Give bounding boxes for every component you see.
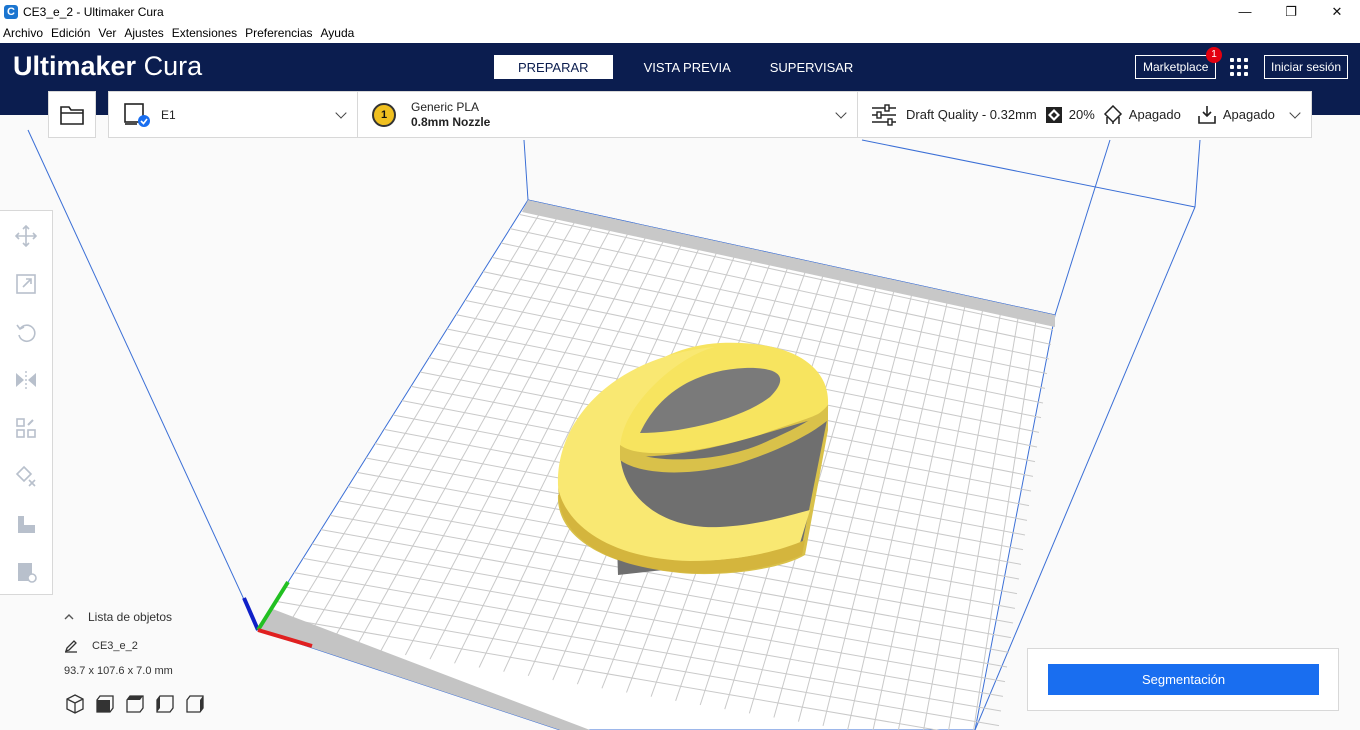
move-tool-icon[interactable] [15, 225, 37, 247]
build-plate-scene [27, 129, 1201, 730]
mirror-tool-icon[interactable] [15, 369, 37, 391]
view-3d-icon[interactable] [64, 693, 86, 715]
extruder-badge: 1 [372, 102, 396, 127]
quality-profile: Draft Quality - 0.32mm [906, 107, 1037, 122]
tab-preparar[interactable]: PREPARAR [494, 55, 613, 79]
view-orientation-buttons [64, 693, 214, 715]
tab-vista-previa[interactable]: VISTA PREVIA [614, 55, 746, 79]
minimize-button[interactable]: — [1222, 0, 1268, 23]
chevron-up-icon [64, 614, 74, 620]
menu-preferencias[interactable]: Preferencias [241, 26, 316, 40]
nozzle-size: 0.8mm Nozzle [411, 114, 491, 129]
object-dimensions: 93.7 x 107.6 x 7.0 mm [64, 665, 173, 677]
adhesion-icon [1198, 105, 1216, 124]
cura-logo: Ultimaker Cura [13, 51, 202, 82]
menu-ver[interactable]: Ver [94, 26, 120, 40]
left-toolbar [0, 210, 53, 595]
window-titlebar: C CE3_e_2 - Ultimaker Cura — ❐ ✕ [0, 0, 1360, 23]
infill-value: 20% [1068, 107, 1095, 122]
tab-supervisar[interactable]: SUPERVISAR [746, 55, 869, 79]
object-list-toggle[interactable]: Lista de objetos [64, 610, 172, 624]
slice-panel: Segmentación [1027, 648, 1339, 711]
support-icon [1103, 104, 1122, 124]
menu-bar: Archivo Edición Ver Ajustes Extensiones … [0, 23, 1360, 43]
menu-ayuda[interactable]: Ayuda [317, 26, 359, 40]
menu-extensiones[interactable]: Extensiones [168, 26, 241, 40]
rotate-tool-icon[interactable] [15, 321, 37, 343]
open-file-button[interactable] [48, 91, 96, 138]
marketplace-badge: 1 [1206, 47, 1222, 63]
material-selector[interactable]: 1 Generic PLA 0.8mm Nozzle [358, 92, 858, 137]
restore-button[interactable]: ❐ [1268, 0, 1314, 23]
object-list-item[interactable]: CE3_e_2 [64, 639, 138, 653]
3d-viewport[interactable] [0, 115, 1360, 730]
menu-archivo[interactable]: Archivo [0, 26, 47, 40]
view-left-icon[interactable] [154, 693, 176, 715]
material-name: Generic PLA [411, 99, 480, 114]
job-specs-bar: E1 1 Generic PLA 0.8mm Nozzle Draft Qual… [108, 91, 1312, 138]
chevron-down-icon [335, 107, 347, 119]
printer-icon [124, 102, 150, 127]
printer-name: E1 [161, 107, 176, 122]
logo-bold: Ultimaker [13, 51, 137, 81]
pencil-icon [64, 640, 77, 653]
view-front-icon[interactable] [94, 693, 116, 715]
menu-edicion[interactable]: Edición [47, 26, 94, 40]
support-blocker-icon[interactable] [15, 465, 37, 487]
settings-sliders-icon [872, 103, 896, 126]
view-right-icon[interactable] [184, 693, 206, 715]
infill-icon [1045, 106, 1062, 123]
stage-tabs: PREPARAR VISTA PREVIA SUPERVISAR [494, 55, 868, 79]
print-settings-selector[interactable]: Draft Quality - 0.32mm 20% Apagado Apaga… [858, 92, 1311, 137]
folder-icon [60, 105, 84, 125]
object-list: Lista de objetos CE3_e_2 93.7 x 107.6 x … [64, 610, 173, 677]
menu-ajustes[interactable]: Ajustes [120, 26, 167, 40]
window-title: CE3_e_2 - Ultimaker Cura [23, 4, 164, 19]
object-list-title: Lista de objetos [88, 610, 173, 624]
printer-selector[interactable]: E1 [109, 92, 358, 137]
close-button[interactable]: ✕ [1314, 0, 1360, 23]
adhesion-value: Apagado [1222, 107, 1275, 122]
place-on-face-icon[interactable] [15, 561, 37, 583]
slice-button[interactable]: Segmentación [1048, 664, 1319, 695]
cura-app-icon: C [4, 4, 18, 19]
lay-flat-icon[interactable] [15, 513, 37, 535]
scale-tool-icon[interactable] [15, 273, 37, 295]
support-value: Apagado [1128, 107, 1181, 122]
apps-grid-icon[interactable] [1230, 58, 1248, 76]
logo-light: Cura [143, 51, 203, 81]
chevron-down-icon [1289, 107, 1301, 119]
per-model-settings-icon[interactable] [15, 417, 37, 439]
chevron-down-icon [835, 107, 847, 119]
view-top-icon[interactable] [124, 693, 146, 715]
signin-button[interactable]: Iniciar sesión [1264, 55, 1349, 79]
marketplace-button[interactable]: Marketplace [1135, 55, 1217, 79]
object-name: CE3_e_2 [92, 640, 138, 652]
